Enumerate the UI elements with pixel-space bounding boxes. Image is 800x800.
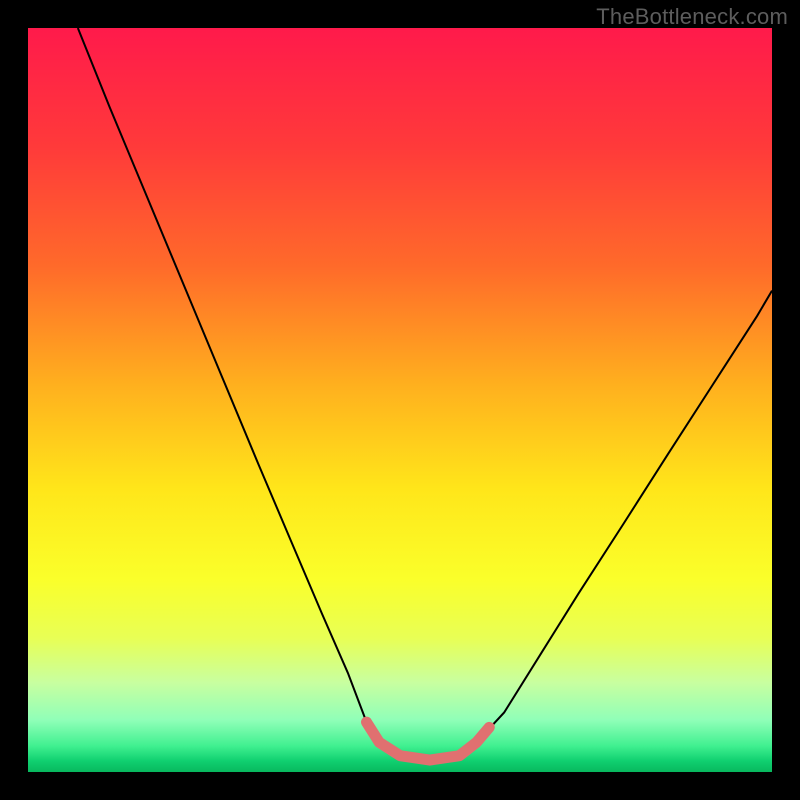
watermark-label: TheBottleneck.com <box>596 4 788 30</box>
plot-area <box>28 28 772 772</box>
chart-container: TheBottleneck.com <box>0 0 800 800</box>
gradient-background <box>28 28 772 772</box>
chart-svg <box>28 28 772 772</box>
